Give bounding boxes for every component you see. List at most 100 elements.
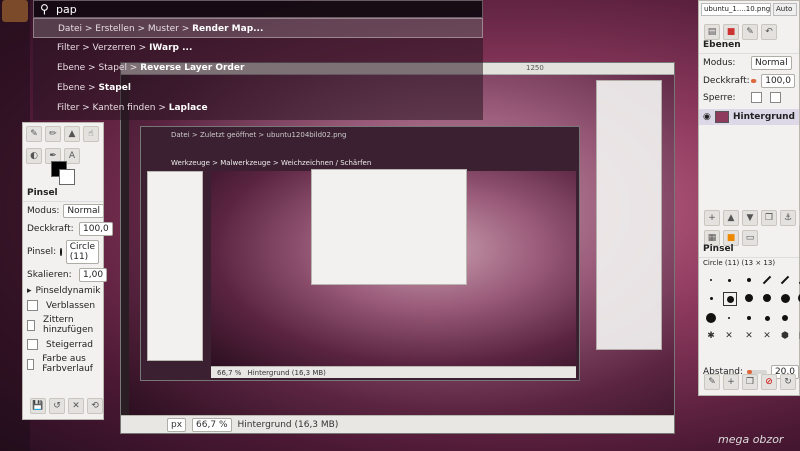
- pencil-tool-icon[interactable]: ✏: [45, 126, 61, 142]
- layers-deckkraft-label: Deckkraft:: [703, 76, 750, 86]
- hud-result-4[interactable]: Ebene > Stapel: [33, 78, 483, 98]
- brush-item[interactable]: [705, 312, 717, 324]
- modus-select[interactable]: Normal: [63, 204, 104, 218]
- lock-alpha-checkbox[interactable]: [770, 92, 781, 103]
- option-farbverlauf[interactable]: Farbe aus Farbverlauf: [23, 352, 103, 376]
- layers-opacity-slider[interactable]: [751, 79, 758, 83]
- brush-item[interactable]: ⬢: [779, 330, 791, 342]
- lock-checkbox[interactable]: [751, 92, 762, 103]
- ruler-mark: 1250: [526, 64, 544, 72]
- layers-title: Ebenen: [699, 37, 799, 54]
- brush-actions: ✎ + ❐ ⊘ ↻: [701, 371, 799, 393]
- smudge-tool-icon[interactable]: ☝: [83, 126, 99, 142]
- layer-name[interactable]: Hintergrund: [733, 112, 795, 122]
- hud-result-5[interactable]: Filter > Kanten finden > Laplace: [33, 98, 483, 118]
- lower-layer-icon[interactable]: ▼: [742, 210, 758, 226]
- refresh-brushes-icon[interactable]: ↻: [780, 374, 796, 390]
- restore-icon[interactable]: ↺: [49, 398, 65, 414]
- pinsel-select[interactable]: Circle (11): [65, 240, 99, 264]
- brush-item[interactable]: [779, 292, 791, 304]
- pinseldynamik-expander[interactable]: ▸ Pinseldynamik: [23, 284, 103, 298]
- skalieren-label: Skalieren:: [27, 270, 72, 280]
- brushes-section: Pinsel Circle (11) (13 × 13) ✱ ✕ ✕ ✕ ⬢ A…: [699, 241, 800, 379]
- option-steigerrad[interactable]: Steigerrad: [23, 337, 103, 352]
- hud-result-3[interactable]: Ebene > Stapel > Reverse Layer Order: [33, 58, 483, 78]
- new-layer-icon[interactable]: +: [704, 210, 720, 226]
- hud-result-2[interactable]: Filter > Verzerren > IWarp ...: [33, 38, 483, 58]
- hud-hit: IWarp ...: [149, 43, 193, 53]
- eye-icon[interactable]: ◉: [703, 112, 711, 122]
- new-brush-icon[interactable]: +: [723, 374, 739, 390]
- brush-item[interactable]: ✕: [743, 330, 755, 342]
- option-label: Zittern hinzufügen: [43, 315, 94, 335]
- brush-grid[interactable]: ✱ ✕ ✕ ✕ ⬢ ▦: [699, 268, 800, 348]
- zoom-select[interactable]: 66,7 %: [192, 417, 232, 432]
- deckkraft-value[interactable]: 100,0: [79, 222, 113, 236]
- brush-item[interactable]: [723, 292, 737, 306]
- inner-toolbox: [147, 171, 203, 361]
- inner-hud-line: Werkzeuge > Malwerkzeuge > Weichzeichnen…: [171, 159, 372, 167]
- brush-item[interactable]: ✕: [723, 330, 735, 342]
- hud-search-input[interactable]: pap: [56, 3, 77, 16]
- hud-hit: Stapel: [98, 83, 131, 93]
- brush-item[interactable]: [705, 292, 717, 304]
- brush-item[interactable]: [743, 292, 755, 304]
- stamp-tool-icon[interactable]: ▲: [64, 126, 80, 142]
- bg-color-swatch[interactable]: [59, 169, 75, 185]
- brush-item[interactable]: [761, 292, 773, 304]
- checkbox[interactable]: [27, 319, 36, 331]
- brush-preview-icon[interactable]: [60, 248, 62, 256]
- layers-modus-select[interactable]: Normal: [751, 56, 792, 70]
- deckkraft-label: Deckkraft:: [27, 224, 74, 234]
- brush-item[interactable]: [743, 312, 755, 324]
- pinseldynamik-label: Pinseldynamik: [35, 286, 101, 296]
- brush-item[interactable]: [705, 274, 717, 286]
- image-tab[interactable]: ubuntu_1....10.png-1: [701, 3, 771, 16]
- option-zittern[interactable]: Zittern hinzufügen: [23, 313, 103, 337]
- edit-brush-icon[interactable]: ✎: [704, 374, 720, 390]
- brush-item[interactable]: [779, 312, 791, 324]
- brush-item[interactable]: ✱: [705, 330, 717, 342]
- layer-row[interactable]: ◉ Hintergrund: [699, 109, 799, 125]
- save-options-icon[interactable]: 💾: [30, 398, 46, 414]
- layers-opacity-value[interactable]: 100,0: [761, 74, 795, 88]
- brush-item[interactable]: [779, 274, 791, 286]
- option-verblassen[interactable]: Verblassen: [23, 298, 103, 313]
- toolbox-bottom-icons: 💾 ↺ ✕ ⟲: [27, 395, 106, 417]
- hud-path: Filter > Kanten finden >: [57, 103, 169, 113]
- hud-search-box[interactable]: ⚲ pap: [33, 0, 483, 18]
- delete-icon[interactable]: ✕: [68, 398, 84, 414]
- layers-section: Ebenen Modus: Normal Deckkraft: 100,0 Sper…: [699, 37, 799, 125]
- checkbox[interactable]: [27, 339, 38, 350]
- brush-item[interactable]: ✕: [761, 330, 773, 342]
- dodge-tool-icon[interactable]: ◐: [26, 148, 42, 164]
- brush-tool-icon[interactable]: ✎: [26, 126, 42, 142]
- watermark-logo: mega obzor: [718, 433, 784, 446]
- tool-icons-row: ✎ ✏ ▲ ☝: [23, 123, 103, 145]
- checkbox[interactable]: [27, 358, 35, 370]
- brush-item[interactable]: [761, 274, 773, 286]
- delete-brush-icon[interactable]: ⊘: [761, 374, 777, 390]
- inner-status: Hintergrund (16,3 MB): [247, 368, 326, 377]
- modus-label: Modus:: [27, 206, 60, 216]
- gimp-launcher-icon[interactable]: [2, 0, 28, 22]
- search-icon: ⚲: [40, 2, 49, 16]
- brush-item[interactable]: [723, 274, 735, 286]
- expander-arrow-icon: ▸: [27, 286, 32, 296]
- reset-icon[interactable]: ⟲: [87, 398, 103, 414]
- brush-item[interactable]: [761, 312, 773, 324]
- brush-item[interactable]: [743, 274, 755, 286]
- auto-tab[interactable]: Auto: [773, 3, 797, 16]
- inner-statusbar: 66,7 % Hintergrund (16,3 MB): [211, 366, 576, 378]
- inner-right-dock: [596, 80, 662, 350]
- hud-result-1[interactable]: Datei > Erstellen > Muster > Render Map.…: [33, 18, 483, 38]
- skalieren-value[interactable]: 1,00: [79, 268, 108, 282]
- anchor-layer-icon[interactable]: ⚓: [780, 210, 796, 226]
- duplicate-layer-icon[interactable]: ❐: [761, 210, 777, 226]
- duplicate-brush-icon[interactable]: ❐: [742, 374, 758, 390]
- checkbox[interactable]: [27, 300, 38, 311]
- raise-layer-icon[interactable]: ▲: [723, 210, 739, 226]
- status-text: Hintergrund (16,3 MB): [237, 419, 339, 430]
- unit-select[interactable]: px: [167, 417, 187, 432]
- brush-item[interactable]: [723, 312, 735, 324]
